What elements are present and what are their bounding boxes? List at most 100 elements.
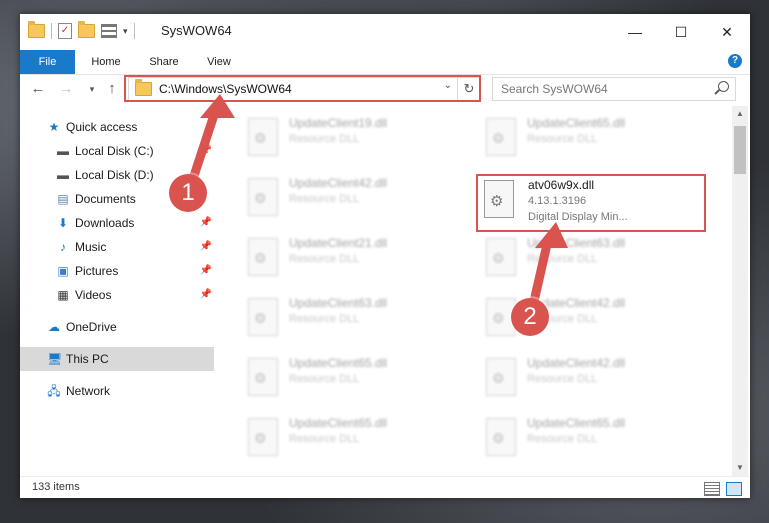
back-arrow-icon[interactable]: ← xyxy=(28,79,48,99)
folder-icon xyxy=(28,21,45,38)
tab-view[interactable]: View xyxy=(196,50,242,74)
file-description: Resource DLL xyxy=(289,373,360,385)
sidebar-item-this-pc[interactable]: 🖥 This PC xyxy=(20,347,214,371)
file-tile[interactable]: UpdateClient63.dll Resource DLL xyxy=(238,294,464,340)
sidebar-item-label: Downloads xyxy=(75,216,135,230)
dll-file-icon xyxy=(248,118,278,156)
dll-file-icon xyxy=(486,118,516,156)
highlighted-file-tile[interactable]: atv06w9x.dll 4.13.1.3196 Digital Display… xyxy=(476,174,706,230)
sidebar-item-label: Music xyxy=(75,240,107,254)
dll-file-icon xyxy=(248,298,278,336)
tab-file[interactable]: File xyxy=(20,50,75,74)
refresh-icon[interactable]: ↻ xyxy=(457,78,480,100)
cloud-icon: ☁ xyxy=(48,320,60,334)
step-1-badge: 1 xyxy=(169,174,207,212)
pin-icon[interactable]: 📌 xyxy=(200,211,212,235)
file-description: Resource DLL xyxy=(527,373,598,385)
file-description: Resource DLL xyxy=(527,253,598,265)
sidebar-item-label: Local Disk (D:) xyxy=(75,168,154,182)
dll-file-icon xyxy=(248,178,278,216)
sidebar-item-label: Network xyxy=(66,384,111,398)
file-description: Resource DLL xyxy=(289,193,360,205)
maximize-button[interactable]: ☐ xyxy=(658,14,704,50)
file-name: UpdateClient65.dll xyxy=(527,116,626,130)
file-name: UpdateClient21.dll xyxy=(289,236,388,250)
search-icon[interactable] xyxy=(718,81,729,92)
sidebar-item-network[interactable]: 🖧 Network xyxy=(20,379,214,403)
vertical-scrollbar[interactable]: ▲ ▼ xyxy=(732,106,748,476)
search-input[interactable]: Search SysWOW64 xyxy=(492,77,736,101)
file-tile[interactable]: UpdateClient65.dll Resource DLL xyxy=(238,414,464,460)
view-options-icon[interactable] xyxy=(101,24,117,38)
file-tile[interactable]: UpdateClient19.dll Resource DLL xyxy=(238,114,464,160)
sidebar-item-label: Pictures xyxy=(75,264,119,278)
sidebar-item-music[interactable]: ♪ Music 📌 xyxy=(20,235,214,259)
step-2-badge: 2 xyxy=(511,298,549,336)
computer-icon: 🖥 xyxy=(47,352,63,366)
file-name: UpdateClient42.dll xyxy=(289,176,388,190)
navigation-bar: ← → ▾ ↑ C:\Windows\SysWOW64 ⌄ ↻ Search S… xyxy=(20,74,750,104)
dll-file-icon xyxy=(248,358,278,396)
forward-arrow-icon[interactable]: → xyxy=(56,79,76,99)
documents-icon: ▤ xyxy=(57,192,69,206)
file-version: 4.13.1.3196 xyxy=(528,195,587,207)
pin-icon[interactable]: 📌 xyxy=(200,235,212,259)
file-tile[interactable]: UpdateClient42.dll Resource DLL xyxy=(476,354,702,400)
quick-access-toolbar: ✓ ▾ xyxy=(28,21,135,39)
scroll-up-icon[interactable]: ▲ xyxy=(732,106,748,122)
file-name: UpdateClient65.dll xyxy=(289,416,388,430)
sidebar-item-downloads[interactable]: ⬇ Downloads 📌 xyxy=(20,211,214,235)
sidebar-item-quick-access[interactable]: ★ Quick access xyxy=(20,115,214,139)
sidebar-item-label: This PC xyxy=(66,352,109,366)
file-name: UpdateClient19.dll xyxy=(289,116,388,130)
item-count: 133 items xyxy=(32,481,80,493)
recent-locations-chevron-icon[interactable]: ▾ xyxy=(82,79,102,99)
close-button[interactable]: ✕ xyxy=(704,14,750,50)
pin-icon[interactable]: 📌 xyxy=(200,259,212,283)
sidebar-item-videos[interactable]: ▦ Videos 📌 xyxy=(20,283,214,307)
customize-toolbar-chevron-icon[interactable]: ▾ xyxy=(123,26,128,37)
large-icons-view-icon[interactable] xyxy=(726,482,742,496)
pin-icon[interactable]: 📌 xyxy=(200,283,212,307)
music-icon: ♪ xyxy=(60,240,66,254)
file-description: Resource DLL xyxy=(527,433,598,445)
file-tile[interactable]: UpdateClient42.dll Resource DLL xyxy=(476,294,702,340)
scrollbar-thumb[interactable] xyxy=(734,126,746,174)
file-tile[interactable]: UpdateClient65.dll Resource DLL xyxy=(476,114,702,160)
help-icon[interactable]: ? xyxy=(728,54,742,68)
scroll-down-icon[interactable]: ▼ xyxy=(732,460,748,476)
dll-file-icon xyxy=(486,358,516,396)
file-description: Resource DLL xyxy=(527,133,598,145)
tab-home[interactable]: Home xyxy=(80,50,132,74)
minimize-button[interactable]: — xyxy=(612,14,658,50)
address-history-chevron-icon[interactable]: ⌄ xyxy=(444,80,452,91)
file-tile[interactable]: UpdateClient21.dll Resource DLL xyxy=(238,234,464,280)
sidebar-item-onedrive[interactable]: ☁ OneDrive xyxy=(20,315,214,339)
videos-icon: ▦ xyxy=(57,288,69,302)
address-path[interactable]: C:\Windows\SysWOW64 xyxy=(159,82,292,96)
sidebar-item-pictures[interactable]: ▣ Pictures 📌 xyxy=(20,259,214,283)
details-view-icon[interactable] xyxy=(704,482,720,496)
download-icon: ⬇ xyxy=(57,216,69,230)
file-tile[interactable]: UpdateClient63.dll Resource DLL xyxy=(476,234,702,280)
sidebar-item-local-disk-c[interactable]: ▬ Local Disk (C:) 📌 xyxy=(20,139,214,163)
navigation-pane: ★ Quick access ▬ Local Disk (C:) 📌 ▬ Loc… xyxy=(20,112,214,472)
folder-icon xyxy=(135,79,152,96)
file-description: Digital Display Min... xyxy=(528,211,628,223)
dll-file-icon xyxy=(486,238,516,276)
file-tile[interactable]: UpdateClient42.dll Resource DLL xyxy=(238,174,464,220)
search-placeholder: Search SysWOW64 xyxy=(501,82,608,96)
up-arrow-icon[interactable]: ↑ xyxy=(102,79,122,99)
file-name: UpdateClient42.dll xyxy=(527,356,626,370)
new-folder-icon[interactable] xyxy=(78,21,95,38)
file-tile[interactable]: UpdateClient65.dll Resource DLL xyxy=(238,354,464,400)
file-name: UpdateClient65.dll xyxy=(527,416,626,430)
tab-share[interactable]: Share xyxy=(136,50,192,74)
star-icon: ★ xyxy=(48,120,60,134)
pin-icon[interactable]: 📌 xyxy=(200,139,212,163)
properties-icon[interactable]: ✓ xyxy=(58,23,72,39)
ribbon-tabs: File Home Share View ? xyxy=(20,50,750,75)
file-description: Resource DLL xyxy=(289,133,360,145)
address-bar[interactable]: C:\Windows\SysWOW64 ⌄ ↻ xyxy=(128,77,481,101)
file-tile[interactable]: UpdateClient65.dll Resource DLL xyxy=(476,414,702,460)
